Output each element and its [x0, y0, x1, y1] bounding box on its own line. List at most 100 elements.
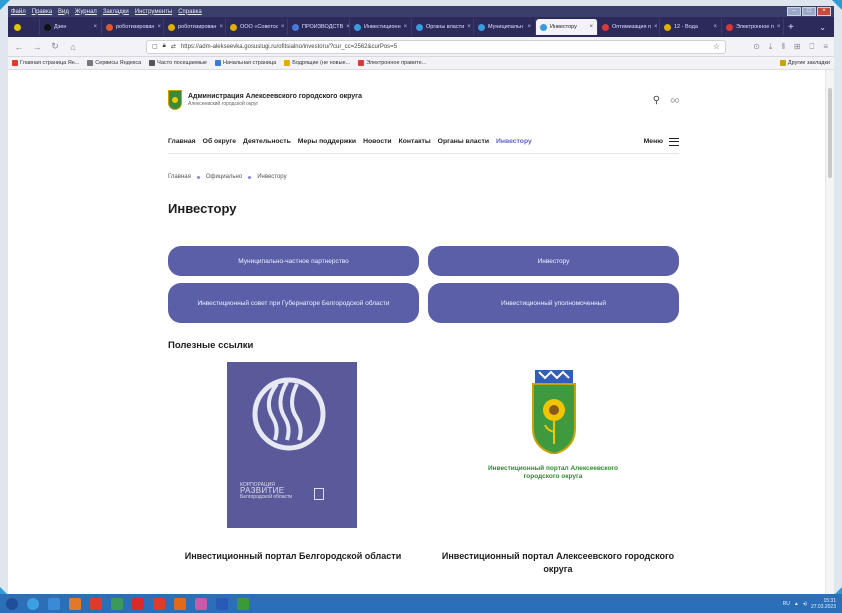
bookmark-item[interactable]: Бодрящие (не новые... [284, 60, 350, 66]
browser-tab[interactable]: Инвестору × [536, 19, 598, 35]
bookmark-item[interactable]: Начальная страница [214, 60, 276, 66]
reload-icon[interactable]: ↻ [50, 41, 60, 52]
bookmark-item[interactable]: Часто посещаемые [149, 60, 207, 66]
image-icon[interactable] [237, 597, 249, 610]
breadcrumb-official[interactable]: Официально [206, 174, 242, 180]
home-icon[interactable]: ⌂ [68, 42, 78, 52]
nav-link[interactable]: Инвестору [496, 138, 532, 145]
volume-icon[interactable]: ◂) [803, 601, 807, 607]
tab-close-icon[interactable]: × [527, 24, 531, 30]
link-investment-council-button[interactable]: Инвестиционный совет при Губернаторе Бел… [168, 283, 419, 323]
belgorod-portal-link[interactable]: Инвестиционный портал Белгородской облас… [168, 550, 418, 563]
new-tab-icon[interactable]: + [788, 22, 794, 33]
menu-view[interactable]: Вид [58, 9, 69, 15]
alekseevka-portal-link[interactable]: Инвестиционный портал Алексеевского горо… [433, 550, 683, 576]
address-bar[interactable]: ▢ 🔒︎ ⇄ https://adm-alekseevka.gosuslugi.… [146, 39, 726, 54]
browser-tab[interactable]: роботизирован × [102, 19, 164, 35]
browser-tab[interactable]: Дзен × [40, 19, 102, 35]
language-indicator[interactable]: RU [783, 601, 790, 607]
menu-file[interactable]: Файл [11, 9, 26, 15]
nav-link[interactable]: Об округе [203, 138, 236, 145]
corporation-development-logo[interactable] [227, 362, 357, 528]
folder-icon[interactable] [111, 597, 123, 610]
browser-tab[interactable]: Органы власти × [412, 19, 474, 35]
search-icon[interactable]: ⚲ [653, 95, 660, 106]
shield-icon[interactable]: ▢ [152, 43, 158, 50]
chrome-like-icon[interactable] [27, 597, 39, 610]
nav-link[interactable]: Органы власти [438, 138, 489, 145]
start-icon[interactable] [6, 597, 18, 610]
scrollbar-thumb[interactable] [828, 88, 832, 178]
menu-button[interactable]: Меню [644, 137, 679, 146]
network-icon[interactable]: ▲ [794, 601, 799, 607]
link-mchp-button[interactable]: Муниципально-частное партнерство [168, 246, 419, 276]
bookmark-item[interactable]: Электронное правите... [358, 60, 426, 66]
maximize-icon[interactable]: □ [802, 7, 816, 16]
close-icon[interactable]: × [817, 7, 831, 16]
breadcrumb-home[interactable]: Главная [168, 174, 191, 180]
bookmark-item[interactable]: Сервисы Яндекса [87, 60, 141, 66]
tab-close-icon[interactable]: × [157, 24, 161, 30]
permissions-icon[interactable]: ⇄ [171, 43, 176, 50]
nav-link[interactable]: Контакты [399, 138, 431, 145]
tab-close-icon[interactable]: × [589, 24, 593, 30]
tab-close-icon[interactable]: × [219, 24, 223, 30]
menu-help[interactable]: Справка [178, 9, 202, 15]
link-investment-ombudsman-button[interactable]: Инвестиционный уполномоченный [428, 283, 679, 323]
yandex-icon[interactable] [90, 597, 102, 610]
coat-of-arms-logo[interactable] [168, 90, 182, 110]
url-text[interactable]: https://adm-alekseevka.gosuslugi.ru/ofit… [181, 44, 397, 50]
browser-tab[interactable] [10, 19, 40, 35]
bookmark-star-icon[interactable]: ☆ [713, 42, 720, 51]
opera-icon[interactable] [132, 597, 144, 610]
forward-arrow-icon[interactable]: → [32, 42, 42, 52]
tab-close-icon[interactable]: × [281, 24, 285, 30]
account-icon[interactable]: ⎕ [810, 42, 815, 52]
tab-close-icon[interactable]: × [467, 24, 471, 30]
menu-history[interactable]: Журнал [75, 9, 97, 15]
word-icon[interactable] [216, 597, 228, 610]
app-icon[interactable] [69, 597, 81, 610]
site-title[interactable]: Администрация Алексеевского городского о… [188, 93, 362, 100]
firefox-icon[interactable] [174, 597, 186, 610]
nav-link[interactable]: Главная [168, 138, 196, 145]
cart-icon[interactable]: ⊞ [794, 42, 801, 52]
back-arrow-icon[interactable]: ← [14, 42, 24, 52]
menu-edit[interactable]: Правка [32, 9, 52, 15]
other-bookmarks[interactable]: Другие закладки [779, 60, 830, 66]
bookmark-item[interactable]: Главная страница Ян... [12, 60, 79, 66]
app-menu-icon[interactable]: ≡ [823, 42, 828, 52]
menu-bookmarks[interactable]: Закладки [103, 9, 129, 15]
paint-icon[interactable] [195, 597, 207, 610]
browser-tab[interactable]: Инвестиционн × [350, 19, 412, 35]
tab-list-chevron-down-icon[interactable]: ⌄ [819, 23, 826, 32]
nav-link[interactable]: Деятельность [243, 138, 291, 145]
tab-close-icon[interactable]: × [654, 24, 658, 30]
accessibility-glasses-icon[interactable]: ○○ [670, 95, 680, 105]
tab-close-icon[interactable]: × [777, 24, 781, 30]
library-icon[interactable]: ⫴ [781, 42, 784, 52]
minimize-icon[interactable]: – [787, 7, 801, 16]
clock[interactable]: 15:31 27.03.2023 [811, 598, 836, 610]
download-icon[interactable]: ⤓ [769, 42, 773, 52]
tab-close-icon[interactable]: × [93, 24, 97, 30]
menu-tools[interactable]: Инструменты [135, 9, 172, 15]
browser-tab[interactable]: Муниципальн × [474, 19, 536, 35]
tab-close-icon[interactable]: × [404, 24, 408, 30]
nav-link[interactable]: Меры поддержки [298, 138, 356, 145]
browser-tab[interactable]: роботизирован × [164, 19, 226, 35]
alekseevka-coat-of-arms[interactable] [527, 370, 581, 456]
alekseevka-portal-logo-text[interactable]: Инвестиционный портал Алексеевского горо… [478, 465, 628, 481]
link-investor-button[interactable]: Инвестору [428, 246, 679, 276]
nav-link[interactable]: Новости [363, 138, 392, 145]
browser-tab[interactable]: Электронное п × [722, 19, 784, 35]
browser-tab[interactable]: Оптимизация п × [598, 19, 660, 35]
ie-icon[interactable] [48, 597, 60, 610]
site-title-block[interactable]: Администрация Алексеевского городского о… [188, 93, 362, 107]
tab-close-icon[interactable]: × [713, 24, 717, 30]
pocket-icon[interactable]: ⊙ [753, 42, 760, 52]
browser-tab[interactable]: ПРОИЗВОДСТВ × [288, 19, 350, 35]
lock-icon[interactable]: 🔒︎ [163, 43, 166, 50]
browser-tab[interactable]: ООО «Советск × [226, 19, 288, 35]
yandex-browser-icon[interactable] [153, 597, 165, 610]
